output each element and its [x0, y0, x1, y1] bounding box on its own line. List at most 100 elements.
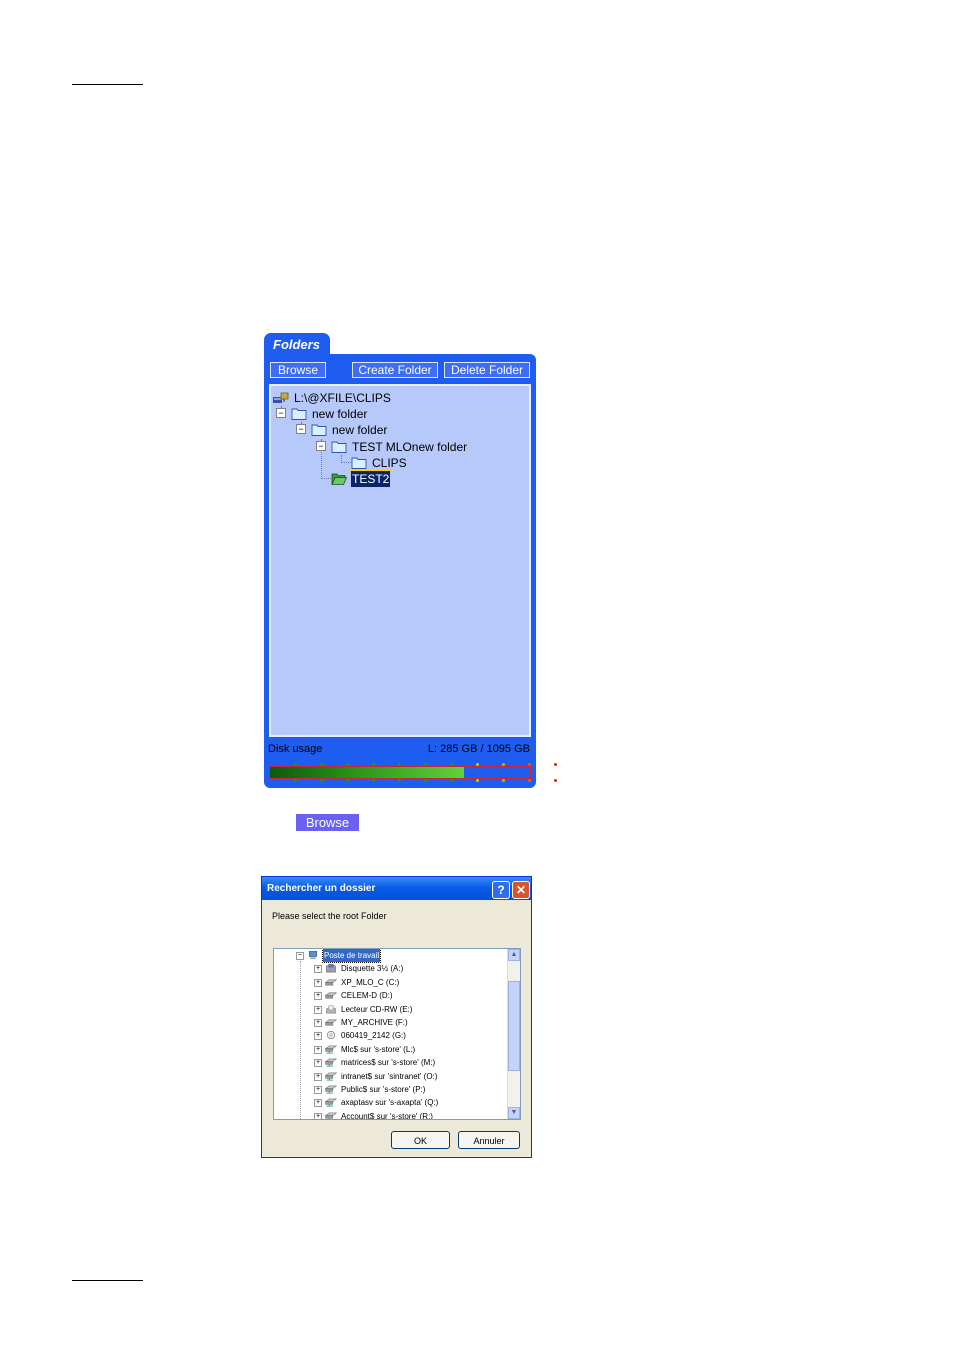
disk-usage-bar-fill: [270, 767, 464, 778]
drive-label: Disquette 3½ (A:): [341, 964, 404, 974]
open-folder-icon: [331, 473, 347, 485]
expand-toggle[interactable]: +: [314, 992, 322, 1001]
collapse-toggle[interactable]: −: [296, 952, 304, 960]
disk-usage-tick: [502, 779, 505, 782]
footer-rule: [72, 1280, 143, 1281]
folder-icon: [331, 441, 347, 453]
expand-toggle[interactable]: +: [314, 1019, 322, 1027]
tree-node-label: CLIPS: [372, 456, 407, 470]
expand-toggle[interactable]: +: [314, 1059, 322, 1068]
folder-browser-tree[interactable]: − Poste de travail + Disquette 3½ (A:) + XP_M…: [273, 948, 521, 1120]
folder-icon: [351, 457, 367, 469]
dialog-prompt: Please select the root Folder: [272, 911, 387, 921]
delete-folder-button[interactable]: Delete Folder: [444, 362, 530, 378]
folder-icon: [291, 408, 307, 420]
collapse-toggle[interactable]: −: [316, 441, 326, 451]
folders-panel: Browse Create Folder Delete Folder L:\@X…: [264, 354, 557, 788]
network-drive-icon: [325, 1045, 337, 1054]
hard-drive-icon: [325, 992, 337, 999]
network-drive-icon: [325, 1072, 337, 1081]
network-drive-icon: [273, 392, 289, 403]
network-drive-icon: [325, 1085, 337, 1094]
floppy-drive-icon: [326, 964, 336, 973]
tree-node-label: new folder: [332, 423, 388, 437]
expand-toggle[interactable]: +: [314, 1045, 322, 1054]
scroll-down-button[interactable]: ▼: [508, 1107, 520, 1119]
network-drive-icon: [325, 1112, 337, 1119]
drive-label: intranet$ sur 'sintranet' (O:): [341, 1071, 438, 1081]
disk-usage-tick: [424, 763, 427, 766]
drive-label: XP_MLO_C (C:): [341, 977, 400, 987]
drive-label: Account$ sur 's-store' (R:): [341, 1111, 433, 1120]
disk-usage-tick: [346, 779, 349, 782]
cancel-button[interactable]: Annuler: [458, 1131, 520, 1149]
disk-usage-tick: [372, 763, 375, 766]
disk-usage-tick: [294, 763, 297, 766]
folder-tree[interactable]: L:\@XFILE\CLIPS − new folder − new folde…: [269, 384, 531, 737]
network-drive-icon: [325, 1058, 337, 1067]
disk-usage-tick: [450, 779, 453, 782]
expand-toggle[interactable]: +: [314, 1112, 322, 1119]
folder-icon: [311, 424, 327, 436]
expand-toggle[interactable]: +: [314, 1086, 322, 1094]
disk-usage-tick: [554, 763, 557, 766]
disk-usage-tick: [502, 763, 505, 766]
network-drive-icon: [325, 1099, 337, 1107]
disk-usage-tick: [398, 763, 401, 766]
tree-connector: [321, 478, 331, 479]
expand-toggle[interactable]: +: [314, 1099, 322, 1108]
drive-label: matrices$ sur 's-store' (M:): [341, 1058, 436, 1068]
tree-node-label: TEST MLOnew folder: [352, 440, 468, 454]
scroll-thumb[interactable]: [508, 981, 520, 1071]
disk-usage-tick: [554, 779, 557, 782]
disk-usage-tick: [346, 763, 349, 766]
disk-usage-tick: [320, 779, 323, 782]
disk-usage-tick: [424, 779, 427, 782]
dialog-title: Rechercher un dossier: [262, 877, 531, 900]
expand-toggle[interactable]: +: [314, 1005, 322, 1014]
computer-icon: [309, 951, 317, 960]
browse-button[interactable]: Browse: [270, 362, 326, 378]
disk-usage-tick: [320, 763, 323, 766]
drive-label: Public$ sur 's-store' (P:): [341, 1085, 426, 1094]
cd-drive-icon: [326, 1004, 336, 1013]
disk-usage-tick: [294, 779, 297, 782]
browse-button-illustration[interactable]: Browse: [296, 814, 359, 831]
expand-toggle[interactable]: +: [314, 1032, 322, 1041]
tree-connector: [341, 462, 351, 463]
drive-label: CELEM-D (D:): [341, 991, 393, 1001]
disk-usage-tick: [398, 779, 401, 782]
drive-label: Mlc$ sur 's-store' (L:): [341, 1044, 416, 1054]
disk-usage-value: L: 285 GB / 1095 GB: [427, 743, 530, 755]
expand-toggle[interactable]: +: [314, 1072, 322, 1081]
close-button[interactable]: ✕: [512, 881, 530, 899]
create-folder-button[interactable]: Create Folder: [352, 362, 438, 378]
disk-usage-bar: [269, 766, 531, 779]
help-button[interactable]: ?: [492, 881, 510, 899]
expand-toggle[interactable]: +: [314, 978, 322, 987]
vertical-scrollbar[interactable]: ▲ ▼: [507, 949, 520, 1119]
tree-node-label: new folder: [312, 407, 368, 421]
hard-drive-icon: [325, 979, 337, 986]
disk-usage-tick: [372, 779, 375, 782]
header-rule: [72, 84, 143, 85]
scroll-up-button[interactable]: ▲: [508, 949, 520, 961]
disk-usage-tick: [528, 779, 531, 782]
disk-usage-tick: [476, 763, 479, 766]
drive-label: Lecteur CD-RW (E:): [341, 1004, 413, 1014]
cd-disc-icon: [326, 1031, 336, 1040]
expand-toggle[interactable]: +: [314, 965, 322, 974]
ok-button[interactable]: OK: [391, 1131, 450, 1149]
drive-label: 060419_2142 (G:): [341, 1031, 406, 1041]
tree-connector: [300, 961, 301, 1119]
browse-folder-dialog: Rechercher un dossier ? ✕ Please select …: [261, 876, 532, 1158]
disk-usage-tick: [528, 763, 531, 766]
collapse-toggle[interactable]: −: [296, 424, 306, 434]
disk-usage-tick: [476, 779, 479, 782]
disk-usage-tick: [450, 763, 453, 766]
tree-node-label: TEST2: [349, 470, 392, 488]
drive-label: Poste de travail: [321, 949, 382, 963]
hard-drive-icon: [325, 1019, 337, 1026]
disk-usage-label: Disk usage: [268, 743, 323, 755]
collapse-toggle[interactable]: −: [276, 408, 286, 418]
